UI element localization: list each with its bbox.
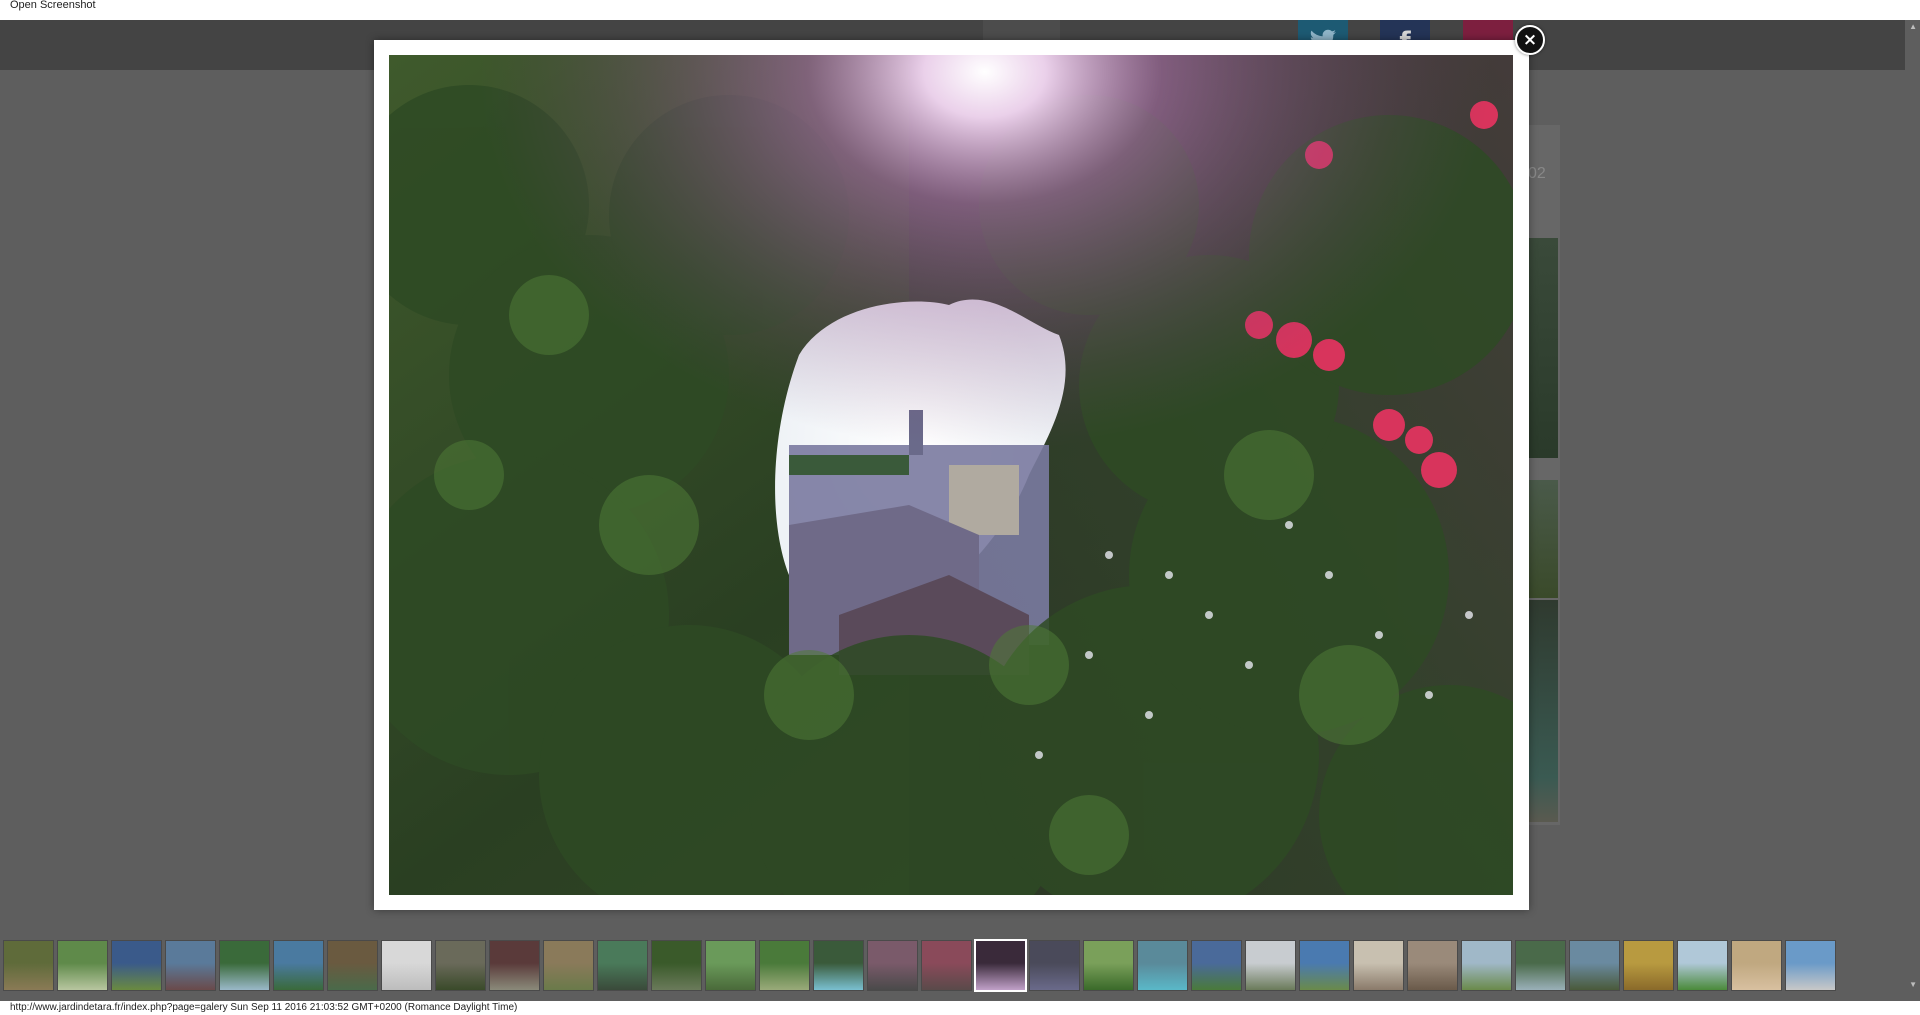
- gallery-thumbnail[interactable]: [1677, 940, 1728, 991]
- gallery-thumbnail[interactable]: [867, 940, 918, 991]
- gallery-thumbnail[interactable]: [435, 940, 486, 991]
- close-glyph: ×: [1522, 30, 1538, 50]
- gallery-thumbnail[interactable]: [1731, 940, 1782, 991]
- gallery-thumbnail[interactable]: [705, 940, 756, 991]
- lightbox-photo: [389, 55, 1513, 895]
- thumbnail-strip: [0, 940, 1905, 994]
- gallery-thumbnail[interactable]: [327, 940, 378, 991]
- gallery-thumbnail[interactable]: [1515, 940, 1566, 991]
- scroll-up-arrow-icon[interactable]: ▲: [1909, 22, 1917, 31]
- gallery-thumbnail[interactable]: [111, 940, 162, 991]
- gallery-thumbnail[interactable]: [219, 940, 270, 991]
- gallery-thumbnail[interactable]: [1623, 940, 1674, 991]
- gallery-thumbnail[interactable]: [975, 940, 1026, 991]
- gallery-thumbnail[interactable]: [759, 940, 810, 991]
- lightbox-modal: [374, 40, 1529, 910]
- gallery-thumbnail[interactable]: [1407, 940, 1458, 991]
- gallery-thumbnail[interactable]: [1137, 940, 1188, 991]
- gallery-thumbnail[interactable]: [165, 940, 216, 991]
- gallery-thumbnail[interactable]: [813, 940, 864, 991]
- gallery-thumbnail[interactable]: [273, 940, 324, 991]
- header-nav-tab: [983, 20, 1060, 40]
- background-image-3: [1528, 600, 1558, 822]
- gallery-thumbnail[interactable]: [1191, 940, 1242, 991]
- window-title: Open Screenshot: [10, 0, 96, 11]
- status-bar: http://www.jardindetara.fr/index.php?pag…: [0, 1001, 1920, 1015]
- gallery-thumbnail[interactable]: [543, 940, 594, 991]
- garden-photo-image: [389, 55, 1513, 895]
- gallery-thumbnail[interactable]: [381, 940, 432, 991]
- gallery-thumbnail[interactable]: [1461, 940, 1512, 991]
- background-image-1: [1528, 238, 1558, 458]
- gallery-thumbnail[interactable]: [1353, 940, 1404, 991]
- background-image-2: [1528, 480, 1558, 598]
- gallery-thumbnail[interactable]: [1083, 940, 1134, 991]
- scroll-down-arrow-icon[interactable]: ▼: [1909, 980, 1917, 989]
- status-text: http://www.jardindetara.fr/index.php?pag…: [10, 1002, 518, 1013]
- gallery-thumbnail[interactable]: [1785, 940, 1836, 991]
- gallery-thumbnail[interactable]: [489, 940, 540, 991]
- gallery-thumbnail[interactable]: [597, 940, 648, 991]
- gallery-thumbnail[interactable]: [57, 940, 108, 991]
- gallery-thumbnail[interactable]: [921, 940, 972, 991]
- gallery-thumbnail[interactable]: [1569, 940, 1620, 991]
- gallery-thumbnail[interactable]: [1245, 940, 1296, 991]
- gallery-thumbnail[interactable]: [3, 940, 54, 991]
- window-title-bar: Open Screenshot: [0, 0, 1920, 20]
- background-partial-text: 02: [1528, 165, 1546, 182]
- close-icon[interactable]: ×: [1515, 25, 1545, 55]
- gallery-thumbnail[interactable]: [1299, 940, 1350, 991]
- gallery-thumbnail[interactable]: [1029, 940, 1080, 991]
- gallery-thumbnail[interactable]: [651, 940, 702, 991]
